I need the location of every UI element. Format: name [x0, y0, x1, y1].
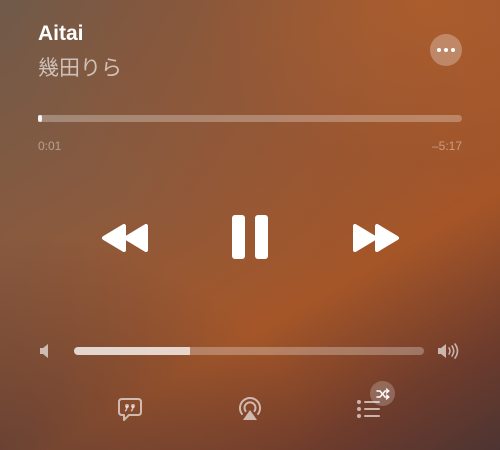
volume-slider[interactable] [74, 347, 424, 355]
remaining-time: –5:17 [431, 139, 462, 153]
volume-level-fill [74, 347, 190, 355]
rewind-button[interactable] [99, 222, 151, 254]
volume-high-icon [437, 342, 463, 360]
artist-name[interactable]: 幾田りら [38, 52, 122, 82]
more-options-button[interactable] [430, 34, 462, 66]
song-title: Aitai [38, 22, 84, 45]
rewind-icon [102, 224, 148, 252]
shuffle-button[interactable] [370, 381, 395, 406]
elapsed-time: 0:01 [38, 139, 62, 153]
ellipsis-icon [437, 48, 441, 52]
fast-forward-button[interactable] [350, 222, 402, 254]
airplay-button[interactable] [236, 394, 264, 422]
lyrics-quote-icon [118, 398, 142, 421]
pause-icon [232, 215, 268, 259]
fast-forward-icon [353, 224, 399, 252]
lyrics-button[interactable] [117, 396, 143, 422]
shuffle-icon [375, 387, 390, 400]
volume-low-icon [38, 343, 52, 359]
playback-progress-fill [38, 115, 43, 122]
playback-scrubber[interactable] [38, 115, 462, 122]
airplay-icon [239, 397, 261, 420]
pause-button[interactable] [230, 213, 270, 261]
